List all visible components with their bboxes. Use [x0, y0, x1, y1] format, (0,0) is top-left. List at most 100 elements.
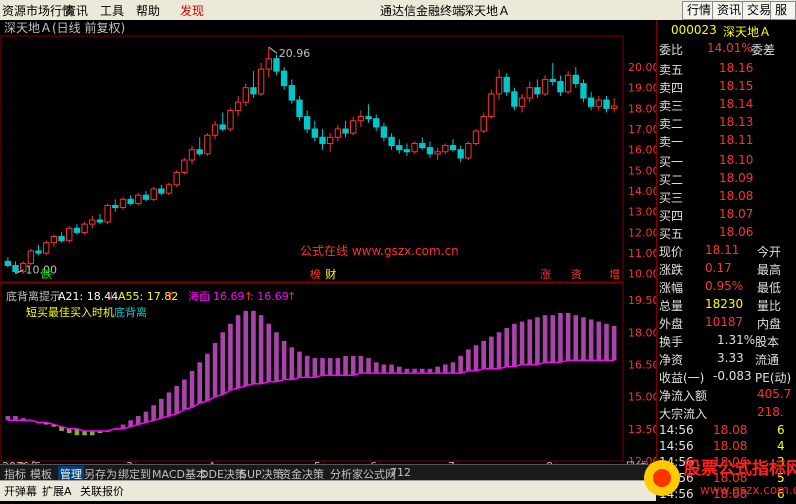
- indicator-bar: [205, 353, 210, 401]
- ask-label: 卖二: [659, 117, 684, 131]
- indicator-bar: [136, 415, 141, 425]
- stat-row: 总量 18230 量比: [657, 296, 796, 314]
- ask-label: 卖四: [659, 81, 684, 95]
- extend-button[interactable]: 扩展A: [42, 483, 72, 499]
- indicator-bar: [396, 366, 402, 374]
- stat-label-right: 最高: [757, 263, 782, 277]
- candle: [488, 89, 495, 119]
- indicator-bar: [174, 385, 179, 414]
- ask-row: 卖三 18.14: [657, 96, 796, 114]
- candle: [81, 222, 88, 235]
- indicator-bar: [251, 310, 256, 384]
- bid-label: 买三: [659, 191, 684, 205]
- ask-price: 18.16: [719, 61, 754, 75]
- stat-row: 涨幅 0.95% 最低: [657, 278, 796, 296]
- indicator-bar: [558, 313, 563, 363]
- indicator-bar: [358, 355, 364, 374]
- stat-value: 0.17: [705, 261, 732, 275]
- menu-item-help[interactable]: 帮助: [136, 2, 160, 19]
- stat2-label-right: 流通: [755, 353, 780, 367]
- indicator-bar: [189, 370, 195, 408]
- stat-value: 0.95%: [705, 279, 744, 293]
- stat2-value: 3.33: [717, 351, 744, 365]
- tick-price: 18.08: [713, 423, 748, 437]
- indicator-bar: [550, 315, 556, 363]
- indicator-bar: [573, 315, 579, 361]
- event-marker: 增: [609, 267, 620, 281]
- a55-arrow: ↑: [166, 290, 175, 303]
- a21-arrow: ↓: [107, 290, 116, 303]
- indicator-tab-bar: 指标 模板 管理 另存为 绑定到 MACD基本 DDE决策 SUP决策 资金决策 分析家公式网 71…: [0, 464, 656, 482]
- sea-value-2: : 16.69: [250, 290, 289, 303]
- bid-row: 买二 18.09: [657, 170, 796, 188]
- indicator-bar: [243, 310, 249, 386]
- stat-label-right: 内盘: [757, 317, 782, 331]
- indicator-bar: [581, 317, 586, 361]
- ask-row: 卖二 18.13: [657, 114, 796, 132]
- bid-label: 买五: [659, 227, 684, 241]
- stat2-value: 1.31%: [717, 333, 756, 347]
- service-button[interactable]: 服务: [770, 1, 796, 34]
- related-quote-button[interactable]: 关联报价: [80, 483, 124, 499]
- indicator-bar: [343, 355, 348, 376]
- news-button[interactable]: 资讯: [712, 1, 747, 20]
- indicator-bar: [596, 321, 602, 361]
- price-tick-label: 17.00: [628, 123, 656, 136]
- stat-label: 涨幅: [659, 281, 684, 295]
- stat2-value: -0.083: [713, 369, 752, 383]
- stock-code: 000023: [671, 23, 717, 37]
- market-button[interactable]: 行情: [682, 1, 717, 20]
- indicator-bar: [166, 392, 172, 416]
- indicator-bar: [381, 364, 387, 374]
- stat-label: 外盘: [659, 317, 684, 331]
- menu-item-tools[interactable]: 工具: [100, 2, 124, 19]
- indicator-bar: [335, 358, 341, 376]
- stat-label-right: 量比: [757, 299, 782, 313]
- stat-value: 18.11: [705, 243, 740, 257]
- indicator-bar: [443, 364, 448, 374]
- flow-label: 大宗流入: [659, 407, 708, 421]
- stat-label: 总量: [659, 299, 684, 313]
- bid-price: 18.06: [719, 225, 754, 239]
- candle: [204, 133, 211, 156]
- ask-row: 卖一 18.11: [657, 132, 796, 150]
- candle: [104, 203, 111, 225]
- price-tick-label: 10.00: [628, 268, 656, 281]
- event-marker: 涨: [540, 268, 551, 281]
- indicator-bar: [435, 366, 440, 374]
- indicator-bar: [389, 364, 394, 374]
- bid-row: 买三 18.08: [657, 188, 796, 206]
- indicator-bar: [274, 332, 279, 382]
- stat2-row: 收益(一) -0.083 PE(动): [657, 368, 796, 386]
- indicator-bar: [512, 323, 517, 367]
- indicator-tab[interactable]: 712: [390, 466, 411, 479]
- event-marker: 资: [571, 268, 582, 281]
- indicator-bar: [466, 349, 471, 371]
- indicator-tick-label: 16.50: [628, 358, 656, 371]
- bid-price: 18.10: [719, 153, 754, 167]
- kline-chart[interactable]: 深天地Ａ(日线 前复权) 公式在线 www.gszx.com.cn 20.00 1…: [0, 20, 656, 470]
- indicator-bar: [258, 315, 264, 384]
- indicator-tick-label: 18.00: [628, 326, 656, 339]
- ask-label: 卖一: [659, 135, 684, 149]
- indicator-bar: [228, 323, 233, 391]
- indicator-bar: [604, 323, 609, 361]
- indicator-bar: [266, 323, 272, 382]
- stat2-label: 换手: [659, 335, 684, 349]
- bid-label: 买二: [659, 173, 684, 187]
- menu-item-discover[interactable]: 发现: [180, 2, 204, 19]
- candle: [181, 157, 188, 175]
- menu-item-news[interactable]: 资讯: [64, 2, 88, 19]
- bid-price: 18.08: [719, 189, 754, 203]
- indicator-bar: [366, 358, 371, 374]
- flow-value: 405.7: [757, 387, 792, 401]
- stat2-row: 换手 1.31% 股本: [657, 332, 796, 350]
- indicator-bar: [312, 358, 318, 378]
- danmu-button[interactable]: 开弹幕: [4, 483, 37, 499]
- logo-url: www.gszx.com.cn: [700, 483, 796, 497]
- indicator-bar: [450, 362, 456, 374]
- high-label: 20.96: [279, 47, 311, 60]
- logo-text: 股票公式指标网: [684, 458, 796, 479]
- indicator-bar: [235, 315, 241, 389]
- legend-buy: 短买最佳买入时机: [26, 305, 114, 319]
